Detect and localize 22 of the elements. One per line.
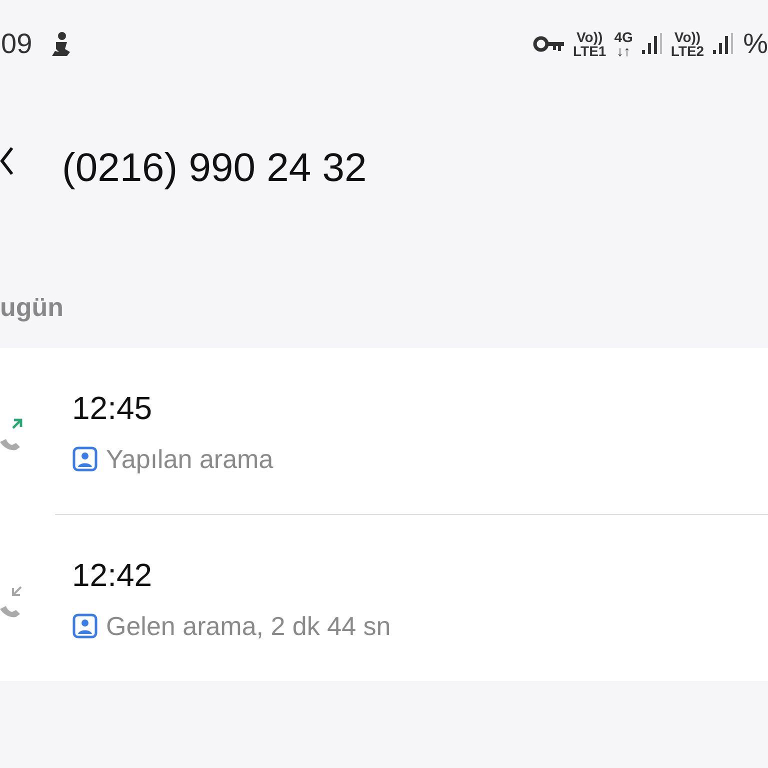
status-label: Vo))	[673, 30, 702, 44]
contact-icon	[72, 446, 98, 472]
key-icon	[533, 35, 565, 53]
back-icon[interactable]	[0, 146, 14, 176]
call-description: Gelen arama, 2 dk 44 sn	[106, 610, 391, 642]
signal-icon	[712, 32, 734, 56]
status-label: ↓↑	[616, 44, 632, 58]
call-time: 12:45	[72, 388, 154, 428]
status-time: 09	[1, 27, 32, 61]
call-log-row[interactable]: 12:45 Yapılan arama	[0, 348, 768, 514]
contact-icon	[72, 613, 98, 639]
call-time: 12:42	[72, 556, 154, 594]
phone-number: (0216) 990 24 32	[62, 145, 367, 192]
signal-icon	[640, 32, 663, 56]
status-label: LTE2	[670, 44, 704, 58]
call-log-row[interactable]: 12:42 Gelen arama, 2 dk 44 sn	[0, 515, 768, 681]
battery-percent: %	[743, 27, 768, 61]
section-heading: ugün	[0, 291, 65, 324]
status-label: Vo))	[576, 30, 604, 44]
call-description: Yapılan arama	[106, 442, 274, 476]
status-label: 4G	[614, 30, 633, 44]
status-label: LTE1	[573, 44, 606, 58]
